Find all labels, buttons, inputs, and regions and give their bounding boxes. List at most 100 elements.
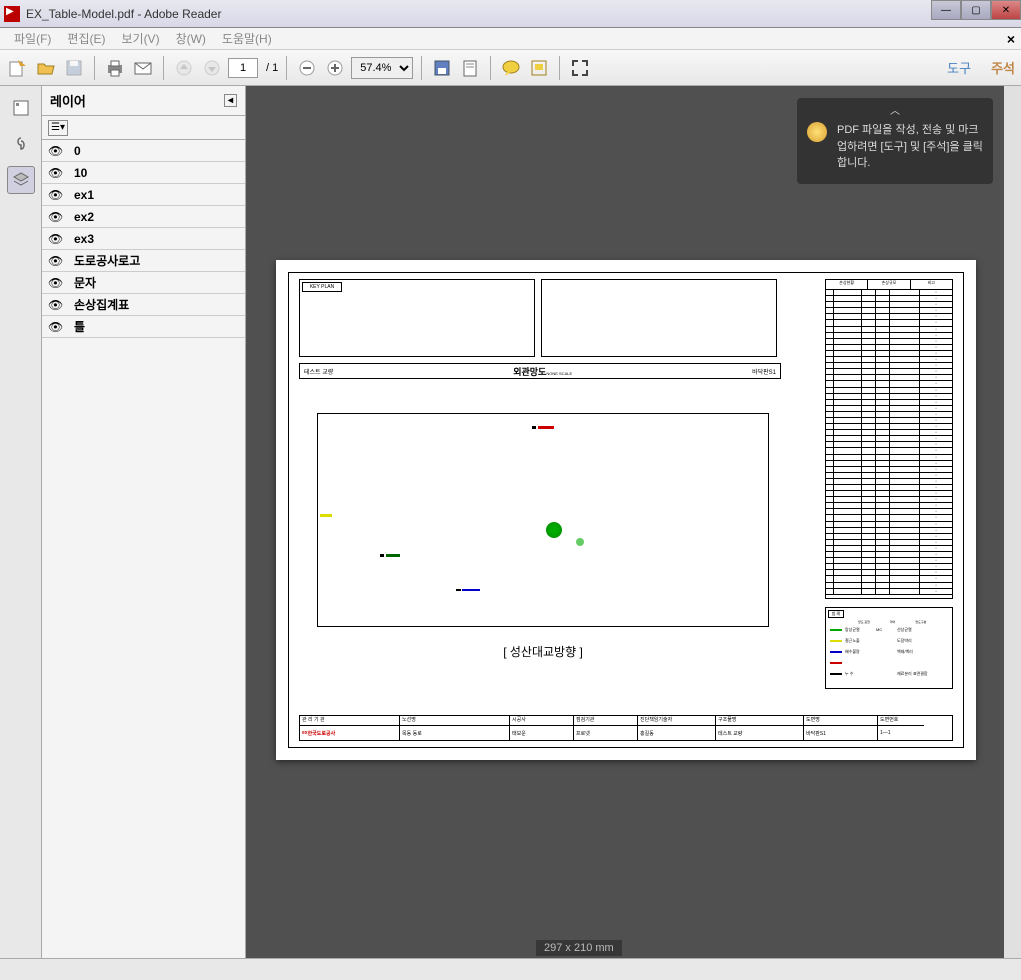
plan-caption: [ 성산대교방향 ] — [317, 643, 769, 660]
toolbar-separator — [490, 56, 491, 80]
mail-icon[interactable] — [131, 56, 155, 80]
layer-visibility-icon[interactable]: 👁 — [48, 210, 68, 224]
layer-name: 문자 — [68, 274, 96, 291]
damage-mark — [386, 554, 400, 557]
layer-row[interactable]: 👁ex2 — [42, 206, 245, 228]
zoom-in-icon[interactable] — [323, 56, 347, 80]
body-area: 레이어 ◂ ☰▾ 👁0👁10👁ex1👁ex2👁ex3👁도로공사로고👁문자👁손상집… — [0, 86, 1021, 958]
titleblock-cell: 구조물명테스트 교량 — [716, 716, 804, 740]
damage-mark — [538, 426, 554, 429]
layer-row[interactable]: 👁ex3 — [42, 228, 245, 250]
chevron-up-icon[interactable]: ︿ — [890, 104, 900, 119]
layer-visibility-icon[interactable]: 👁 — [48, 276, 68, 290]
legend-row: 배수불량백태/백리 — [826, 646, 952, 657]
left-sidebar-rail — [0, 86, 42, 958]
layer-row[interactable]: 👁문자 — [42, 272, 245, 294]
damage-mark — [576, 538, 584, 546]
menu-edit[interactable]: 편집(E) — [59, 30, 113, 47]
drawing-title-row: 테스트 교량 외관망도NONE SCALE 바닥판S1 — [299, 363, 781, 379]
menu-view[interactable]: 보기(V) — [113, 30, 167, 47]
hint-tooltip: ︿ PDF 파일을 작성, 전송 및 마크업하려면 [도구] 및 [주석]을 클… — [797, 98, 993, 184]
toolbar-separator — [163, 56, 164, 80]
page-total-label: / 1 — [266, 62, 278, 74]
layer-visibility-icon[interactable]: 👁 — [48, 188, 68, 202]
layers-list: 👁0👁10👁ex1👁ex2👁ex3👁도로공사로고👁문자👁손상집계표👁틀 — [42, 140, 245, 958]
titleblock-cell: 노선명목동 동로 — [400, 716, 510, 740]
title-left: 테스트 교량 — [300, 367, 333, 376]
vertical-scrollbar[interactable] — [1004, 86, 1021, 958]
layer-visibility-icon[interactable]: 👁 — [48, 166, 68, 180]
tools-link[interactable]: 도구 — [947, 58, 971, 77]
layer-visibility-icon[interactable]: 👁 — [48, 232, 68, 246]
highlight-icon[interactable] — [527, 56, 551, 80]
pdf-page: KEY PLAN 테스트 교량 외관망도NONE SCALE 바닥판S1 — [276, 260, 976, 760]
menu-file[interactable]: 파일(F) — [6, 30, 59, 47]
titleblock-cell: 시공사태보운 — [510, 716, 574, 740]
layer-name: 도로공사로고 — [68, 252, 140, 269]
layer-name: 0 — [68, 144, 81, 158]
comment-icon[interactable] — [499, 56, 523, 80]
plan-drawing-area — [317, 413, 769, 627]
window-titlebar: EX_Table-Model.pdf - Adobe Reader — ▢ ✕ — [0, 0, 1021, 28]
layers-tab-icon[interactable] — [7, 166, 35, 194]
key-plan-box: KEY PLAN — [299, 279, 535, 357]
layer-visibility-icon[interactable]: 👁 — [48, 298, 68, 312]
menu-window[interactable]: 창(W) — [168, 30, 214, 47]
thumbnails-tab-icon[interactable] — [7, 94, 35, 122]
hint-tooltip-text: PDF 파일을 작성, 전송 및 마크업하려면 [도구] 및 [주석]을 클릭합… — [837, 122, 983, 172]
layer-row[interactable]: 👁ex1 — [42, 184, 245, 206]
document-close-button[interactable]: × — [1007, 31, 1015, 47]
title-right: 바닥판S1 — [752, 367, 780, 376]
layer-row[interactable]: 👁손상집계표 — [42, 294, 245, 316]
page-down-icon[interactable] — [200, 56, 224, 80]
attachments-tab-icon[interactable] — [7, 130, 35, 158]
legend-row: 누 수재료분리 표면결함 — [826, 668, 952, 679]
close-button[interactable]: ✕ — [991, 0, 1021, 20]
layers-panel: 레이어 ◂ ☰▾ 👁0👁10👁ex1👁ex2👁ex3👁도로공사로고👁문자👁손상집… — [42, 86, 246, 958]
fullscreen-icon[interactable] — [568, 56, 592, 80]
legend-row: 철근노출도장박리 — [826, 635, 952, 646]
toolbar-separator — [286, 56, 287, 80]
titleblock-cell: 관 리 기 관ex 한국도로공사 — [300, 716, 400, 740]
zoom-select[interactable]: 57.4% — [351, 57, 413, 79]
save-copy-icon[interactable] — [430, 56, 454, 80]
zoom-out-icon[interactable] — [295, 56, 319, 80]
layer-row[interactable]: 👁10 — [42, 162, 245, 184]
layer-row[interactable]: 👁0 — [42, 140, 245, 162]
layers-options-icon[interactable]: ☰▾ — [48, 120, 68, 136]
toolbar-separator — [559, 56, 560, 80]
layer-visibility-icon[interactable]: 👁 — [48, 144, 68, 158]
annotate-link[interactable]: 주석 — [991, 58, 1015, 77]
damage-mark — [462, 589, 480, 591]
layer-name: ex1 — [68, 188, 94, 202]
window-controls: — ▢ ✕ — [931, 0, 1021, 20]
panel-collapse-button[interactable]: ◂ — [224, 94, 237, 107]
window-title: EX_Table-Model.pdf - Adobe Reader — [26, 7, 221, 21]
layer-name: 틀 — [68, 318, 85, 335]
page-number-input[interactable] — [228, 58, 258, 78]
main-toolbar: / 1 57.4% 도구 주석 — [0, 50, 1021, 86]
minimize-button[interactable]: — — [931, 0, 961, 20]
table-row: • — [826, 589, 952, 595]
layer-row[interactable]: 👁도로공사로고 — [42, 250, 245, 272]
layer-row[interactable]: 👁틀 — [42, 316, 245, 338]
document-viewport[interactable]: ︿ PDF 파일을 작성, 전송 및 마크업하려면 [도구] 및 [주석]을 클… — [246, 86, 1021, 958]
print-icon[interactable] — [103, 56, 127, 80]
status-bar — [0, 958, 1021, 980]
titleblock-cell: 점검기관프로넷 — [574, 716, 638, 740]
page-up-icon[interactable] — [172, 56, 196, 80]
app-icon — [4, 6, 20, 22]
page-view-icon[interactable] — [458, 56, 482, 80]
export-pdf-icon[interactable] — [6, 56, 30, 80]
layer-name: ex2 — [68, 210, 94, 224]
titleblock-cell: 도면명바닥판S1 — [804, 716, 878, 740]
layer-visibility-icon[interactable]: 👁 — [48, 254, 68, 268]
save-icon[interactable] — [62, 56, 86, 80]
layer-name: 10 — [68, 166, 87, 180]
open-icon[interactable] — [34, 56, 58, 80]
titleblock-cell: 도면번호1—1 — [878, 716, 924, 740]
menu-help[interactable]: 도움말(H) — [214, 30, 280, 47]
page-frame: KEY PLAN 테스트 교량 외관망도NONE SCALE 바닥판S1 — [288, 272, 964, 748]
maximize-button[interactable]: ▢ — [961, 0, 991, 20]
layer-visibility-icon[interactable]: 👁 — [48, 320, 68, 334]
